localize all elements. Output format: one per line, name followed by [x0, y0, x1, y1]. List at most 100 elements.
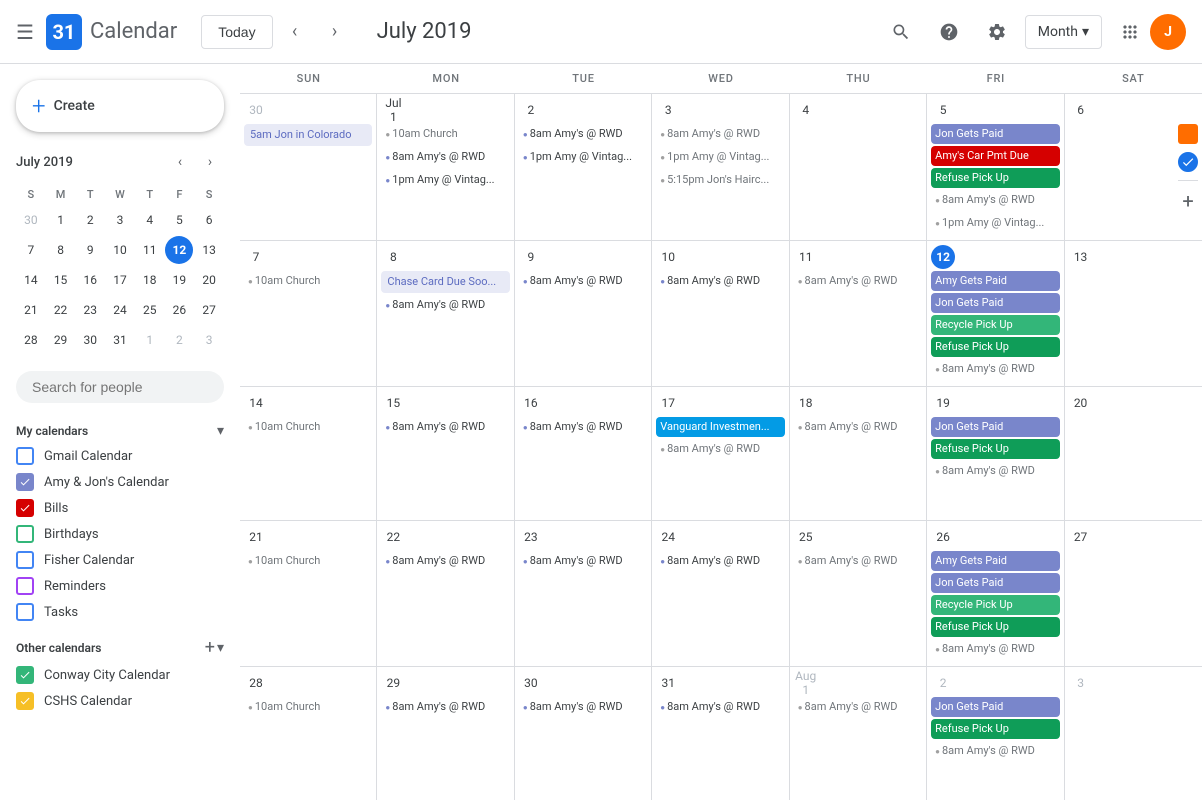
calendar-day[interactable]: 188am Amy's @ RWD — [790, 387, 927, 520]
calendar-event[interactable]: 1pm Amy @ Vintag... — [656, 147, 784, 168]
search-people-input[interactable] — [16, 371, 224, 403]
my-calendars-header[interactable]: My calendars ▾ — [16, 419, 224, 443]
day-number[interactable]: 18 — [794, 391, 818, 415]
calendar-event[interactable]: 8am Amy's @ RWD — [519, 271, 647, 292]
calendar-item-birthdays[interactable]: Birthdays — [16, 521, 224, 547]
mini-day[interactable]: 1 — [136, 326, 164, 354]
calendar-event[interactable]: 8am Amy's @ RWD — [381, 551, 509, 572]
mini-day[interactable]: 20 — [195, 266, 223, 294]
calendar-event[interactable]: 8am Amy's @ RWD — [794, 417, 922, 438]
day-number[interactable]: 3 — [1069, 671, 1093, 695]
right-icon-orange[interactable] — [1178, 124, 1198, 144]
mini-day[interactable]: 3 — [195, 326, 223, 354]
calendar-day[interactable]: Jul 110am Church8am Amy's @ RWD1pm Amy @… — [377, 94, 514, 240]
mini-day[interactable]: 4 — [136, 206, 164, 234]
menu-icon[interactable]: ☰ — [16, 20, 34, 44]
mini-day[interactable]: 9 — [76, 236, 104, 264]
mini-day[interactable]: 21 — [17, 296, 45, 324]
mini-day[interactable]: 30 — [17, 206, 45, 234]
day-number[interactable]: 30 — [519, 671, 543, 695]
help-icon[interactable] — [929, 12, 969, 52]
calendar-item-fisher[interactable]: Fisher Calendar — [16, 547, 224, 573]
day-number[interactable]: 15 — [381, 391, 405, 415]
gmail-calendar-checkbox[interactable] — [16, 447, 34, 465]
mini-day[interactable]: 11 — [136, 236, 164, 264]
day-number[interactable]: 20 — [1069, 391, 1093, 415]
calendar-event[interactable]: Jon Gets Paid — [931, 417, 1059, 437]
calendar-event[interactable]: Refuse Pick Up — [931, 337, 1059, 357]
calendar-event[interactable]: 1pm Amy @ Vintag... — [519, 147, 647, 168]
fisher-calendar-checkbox[interactable] — [16, 551, 34, 569]
day-number[interactable]: 21 — [244, 525, 268, 549]
mini-day[interactable]: 16 — [76, 266, 104, 294]
mini-day[interactable]: 26 — [165, 296, 193, 324]
calendar-event[interactable]: Amy's Car Pmt Due — [931, 146, 1059, 166]
calendar-day[interactable]: 248am Amy's @ RWD — [652, 521, 789, 666]
calendar-event[interactable]: Jon Gets Paid — [931, 573, 1059, 593]
calendar-day[interactable]: 5Jon Gets PaidAmy's Car Pmt DueRefuse Pi… — [927, 94, 1064, 240]
calendar-day[interactable]: 308am Amy's @ RWD — [515, 667, 652, 800]
day-number[interactable]: 26 — [931, 525, 955, 549]
calendar-event[interactable]: 8am Amy's @ RWD — [381, 147, 509, 168]
mini-day[interactable]: 3 — [106, 206, 134, 234]
calendar-day[interactable]: 12Amy Gets PaidJon Gets PaidRecycle Pick… — [927, 241, 1064, 386]
day-number[interactable]: 7 — [244, 245, 268, 269]
calendar-event[interactable]: 8am Amy's @ RWD — [794, 697, 922, 718]
calendar-event[interactable]: 8am Amy's @ RWD — [931, 639, 1059, 660]
calendar-event[interactable]: 10am Church — [244, 417, 372, 438]
calendar-event[interactable]: 8am Amy's @ RWD — [656, 697, 784, 718]
settings-icon[interactable] — [977, 12, 1017, 52]
day-number[interactable]: 6 — [1069, 98, 1093, 122]
mini-day[interactable]: 15 — [47, 266, 75, 294]
calendar-event[interactable]: 8am Amy's @ RWD — [381, 295, 509, 316]
calendar-day[interactable]: 108am Amy's @ RWD — [652, 241, 789, 386]
day-number[interactable]: 11 — [794, 245, 818, 269]
bills-calendar-checkbox[interactable] — [16, 499, 34, 517]
mini-day[interactable]: 10 — [106, 236, 134, 264]
calendar-day[interactable]: 2Jon Gets PaidRefuse Pick Up8am Amy's @ … — [927, 667, 1064, 800]
calendar-event[interactable]: 8am Amy's @ RWD — [519, 551, 647, 572]
calendar-event[interactable]: 8am Amy's @ RWD — [931, 190, 1059, 211]
day-number[interactable]: 16 — [519, 391, 543, 415]
calendar-event[interactable]: 8am Amy's @ RWD — [931, 461, 1059, 482]
calendar-day[interactable]: 8Chase Card Due Soo...8am Amy's @ RWD — [377, 241, 514, 386]
calendar-item-bills[interactable]: Bills — [16, 495, 224, 521]
mini-day[interactable]: 22 — [47, 296, 75, 324]
mini-cal-next[interactable]: › — [196, 148, 224, 176]
day-number[interactable]: 19 — [931, 391, 955, 415]
calendar-item-cshs[interactable]: CSHS Calendar — [16, 688, 224, 714]
calendar-day[interactable]: 26Amy Gets PaidJon Gets PaidRecycle Pick… — [927, 521, 1064, 666]
calendar-day[interactable]: 38am Amy's @ RWD1pm Amy @ Vintag...5:15p… — [652, 94, 789, 240]
calendar-day[interactable]: 27 — [1065, 521, 1202, 666]
calendar-day[interactable]: 238am Amy's @ RWD — [515, 521, 652, 666]
other-calendars-chevron[interactable]: ▾ — [217, 640, 224, 656]
calendar-event[interactable]: 1pm Amy @ Vintag... — [381, 170, 509, 191]
mini-day[interactable]: 13 — [195, 236, 223, 264]
mini-day[interactable]: 6 — [195, 206, 223, 234]
calendar-day[interactable]: 17Vanguard Investmen...8am Amy's @ RWD — [652, 387, 789, 520]
calendar-item-gmail[interactable]: Gmail Calendar — [16, 443, 224, 469]
calendar-day[interactable]: 258am Amy's @ RWD — [790, 521, 927, 666]
add-icon[interactable]: + — [1178, 189, 1198, 213]
calendar-item-tasks[interactable]: Tasks — [16, 599, 224, 625]
calendar-day[interactable]: Aug 18am Amy's @ RWD — [790, 667, 927, 800]
calendar-event[interactable]: 10am Church — [244, 551, 372, 572]
calendar-event[interactable]: Vanguard Investmen... — [656, 417, 784, 437]
other-cal-add-button[interactable]: + — [205, 637, 215, 658]
day-number[interactable]: 2 — [931, 671, 955, 695]
day-number[interactable]: 23 — [519, 525, 543, 549]
mini-day[interactable]: 2 — [76, 206, 104, 234]
calendar-event[interactable]: Jon Gets Paid — [931, 697, 1059, 717]
calendar-day[interactable]: 13 — [1065, 241, 1202, 386]
mini-day[interactable]: 17 — [106, 266, 134, 294]
day-number[interactable]: 8 — [381, 245, 405, 269]
mini-day[interactable]: 25 — [136, 296, 164, 324]
create-button[interactable]: + Create — [16, 80, 224, 132]
calendar-day[interactable]: 3 — [1065, 667, 1202, 800]
calendar-event[interactable]: 8am Amy's @ RWD — [656, 439, 784, 460]
calendar-event[interactable]: 8am Amy's @ RWD — [519, 697, 647, 718]
calendar-event[interactable]: 8am Amy's @ RWD — [931, 359, 1059, 380]
day-number[interactable]: Aug 1 — [794, 671, 818, 695]
day-number[interactable]: 13 — [1069, 245, 1093, 269]
day-number[interactable]: 30 — [244, 98, 268, 122]
